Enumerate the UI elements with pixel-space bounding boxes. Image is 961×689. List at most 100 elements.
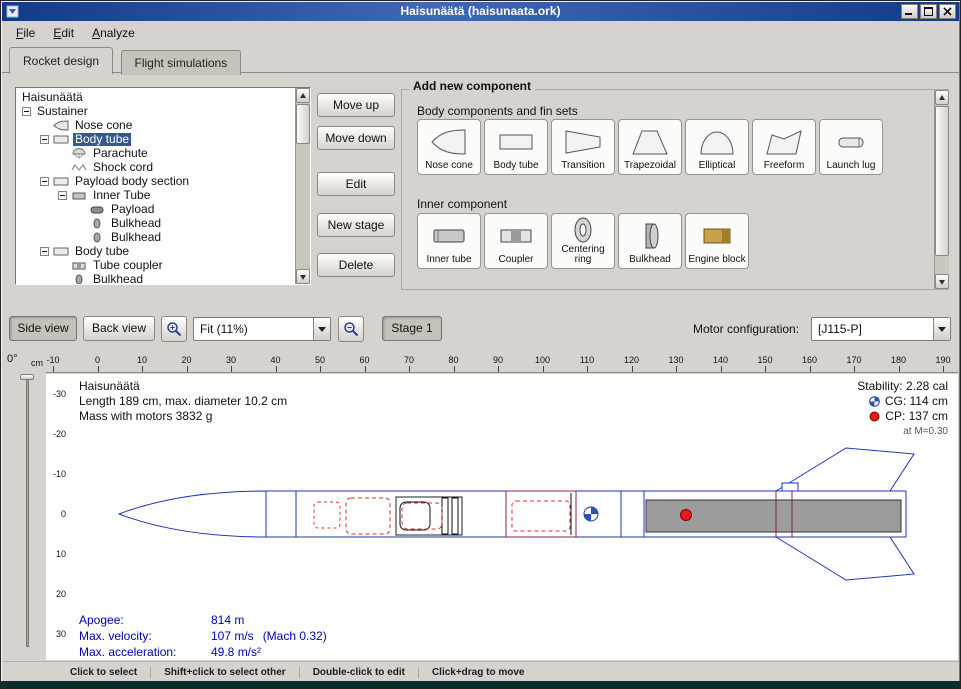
tree-item-rocket[interactable]: Haisunäätä xyxy=(16,90,310,104)
centering-ring-icon xyxy=(563,215,603,245)
payload-icon xyxy=(89,204,105,215)
component-panel-scrollbar[interactable] xyxy=(934,90,949,289)
body-tube-icon xyxy=(53,134,69,145)
new-stage-button[interactable]: New stage xyxy=(317,213,395,237)
stage-1-toggle[interactable]: Stage 1 xyxy=(382,316,442,341)
tree-item-sustainer[interactable]: Sustainer xyxy=(16,104,310,118)
add-nose-cone-button[interactable]: Nose cone xyxy=(417,119,481,175)
hint-shift-click: Shift+click to select other xyxy=(150,667,298,678)
h-ruler-label: 150 xyxy=(757,355,772,365)
body-components-label: Body components and fin sets xyxy=(417,104,578,118)
zoom-out-button[interactable] xyxy=(338,316,364,342)
tree-item-label: Inner Tube xyxy=(91,189,152,202)
tree-item-payload-body-section[interactable]: Payload body section xyxy=(16,174,310,188)
h-ruler-label: 190 xyxy=(935,355,950,365)
side-view-button[interactable]: Side view xyxy=(9,316,77,341)
scroll-thumb[interactable] xyxy=(935,106,949,256)
tree-scrollbar[interactable] xyxy=(295,88,310,284)
body-tube-icon xyxy=(53,176,69,187)
component-label: Nose cone xyxy=(425,161,473,172)
collapse-handle-icon[interactable] xyxy=(40,135,49,144)
h-ruler-label: 60 xyxy=(359,355,369,365)
collapse-handle-icon[interactable] xyxy=(40,247,49,256)
back-view-button[interactable]: Back view xyxy=(83,316,155,341)
menu-analyze[interactable]: Analyze xyxy=(83,23,144,43)
minimize-button[interactable] xyxy=(901,4,918,19)
tree-item-bulkhead[interactable]: Bulkhead xyxy=(16,230,310,244)
ruler-tick xyxy=(53,366,54,372)
tree-item-body-tube[interactable]: Body tube xyxy=(16,132,310,146)
window-menu-icon[interactable] xyxy=(5,4,20,19)
chevron-down-icon[interactable] xyxy=(933,318,950,340)
menu-file[interactable]: File xyxy=(7,23,44,43)
ruler-tick xyxy=(676,366,677,372)
window-title: Haisunäätä (haisunaata.ork) xyxy=(2,2,959,21)
ruler-tick xyxy=(454,366,455,372)
hint-double-click: Double-click to edit xyxy=(299,667,418,678)
title-bar[interactable]: Haisunäätä (haisunaata.ork) xyxy=(2,2,959,21)
ruler-tick xyxy=(231,366,232,372)
tree-item-body-tube-2[interactable]: Body tube xyxy=(16,244,310,258)
zoom-select-value: Fit (11%) xyxy=(194,318,313,340)
freeform-fin-icon xyxy=(764,122,804,161)
add-freeform-fin-button[interactable]: Freeform xyxy=(752,119,816,175)
add-centering-ring-button[interactable]: Centering ring xyxy=(551,213,615,269)
tree-item-bulkhead-2[interactable]: Bulkhead xyxy=(16,272,310,285)
move-down-button[interactable]: Move down xyxy=(317,126,395,150)
edit-button[interactable]: Edit xyxy=(317,172,395,196)
motor-configuration-select[interactable]: [J115-P] xyxy=(811,317,951,341)
add-coupler-button[interactable]: Coupler xyxy=(484,213,548,269)
scroll-down-icon[interactable] xyxy=(935,274,949,289)
add-launch-lug-button[interactable]: Launch lug xyxy=(819,119,883,175)
ruler-tick xyxy=(543,366,544,372)
velocity-value: 107 m/s xyxy=(211,629,254,643)
scroll-down-icon[interactable] xyxy=(296,269,310,284)
tree-item-tube-coupler[interactable]: Tube coupler xyxy=(16,258,310,272)
rotation-slider-track[interactable] xyxy=(26,379,29,647)
tree-item-label: Nose cone xyxy=(73,119,134,132)
rotation-slider-handle[interactable] xyxy=(20,374,34,380)
tree-item-label: Parachute xyxy=(91,147,150,160)
move-up-button[interactable]: Move up xyxy=(317,93,395,117)
zoom-in-button[interactable] xyxy=(161,316,187,342)
add-engine-block-button[interactable]: Engine block xyxy=(685,213,749,269)
collapse-handle-icon[interactable] xyxy=(22,107,31,116)
add-inner-tube-button[interactable]: Inner tube xyxy=(417,213,481,269)
close-button[interactable] xyxy=(939,4,956,19)
tab-rocket-design[interactable]: Rocket design xyxy=(9,47,113,74)
ruler-tick xyxy=(98,366,99,372)
add-trapezoidal-fin-button[interactable]: Trapezoidal xyxy=(618,119,682,175)
component-label: Engine block xyxy=(688,255,745,266)
component-tree[interactable]: Haisunäätä Sustainer Nose cone Body tube… xyxy=(15,87,311,285)
component-label: Elliptical xyxy=(699,161,736,172)
add-transition-button[interactable]: Transition xyxy=(551,119,615,175)
scroll-up-icon[interactable] xyxy=(296,88,310,103)
tree-item-inner-tube[interactable]: Inner Tube xyxy=(16,188,310,202)
add-bulkhead-button[interactable]: Bulkhead xyxy=(618,213,682,269)
menu-edit[interactable]: Edit xyxy=(44,23,83,43)
tree-item-label: Shock cord xyxy=(91,161,155,174)
h-ruler-label: 20 xyxy=(181,355,191,365)
tree-item-nose-cone[interactable]: Nose cone xyxy=(16,118,310,132)
scroll-thumb[interactable] xyxy=(296,104,310,144)
tree-item-parachute[interactable]: Parachute xyxy=(16,146,310,160)
tree-item-payload[interactable]: Payload xyxy=(16,202,310,216)
tree-item-shock-cord[interactable]: Shock cord xyxy=(16,160,310,174)
tab-flight-simulations[interactable]: Flight simulations xyxy=(121,50,242,75)
h-ruler-label: -10 xyxy=(46,355,59,365)
add-body-tube-button[interactable]: Body tube xyxy=(484,119,548,175)
delete-button[interactable]: Delete xyxy=(317,253,395,277)
zoom-select[interactable]: Fit (11%) xyxy=(193,317,331,341)
tree-item-bulkhead[interactable]: Bulkhead xyxy=(16,216,310,230)
add-elliptical-fin-button[interactable]: Elliptical xyxy=(685,119,749,175)
flight-stats: Apogee:814 m Max. velocity:107 m/s(Mach … xyxy=(79,612,327,660)
rocket-canvas[interactable]: -30-20-100102030 xyxy=(46,374,958,660)
tree-item-label: Tube coupler xyxy=(91,259,165,272)
collapse-handle-icon[interactable] xyxy=(58,191,67,200)
scroll-up-icon[interactable] xyxy=(935,90,949,105)
collapse-handle-icon[interactable] xyxy=(40,177,49,186)
maximize-button[interactable] xyxy=(920,4,937,19)
chevron-down-icon[interactable] xyxy=(313,318,330,340)
cp-icon xyxy=(869,411,880,422)
component-label: Trapezoidal xyxy=(624,161,676,172)
